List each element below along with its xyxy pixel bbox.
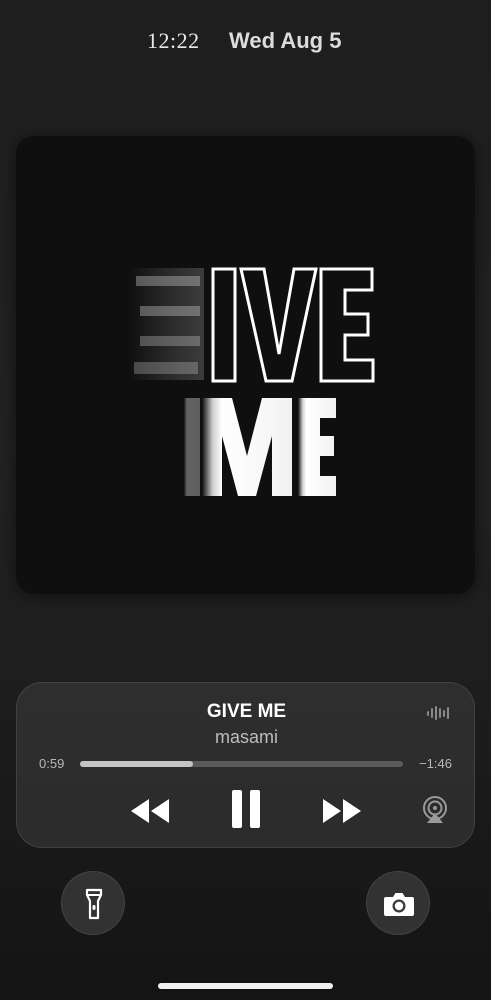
- audio-waveform-icon: [427, 706, 449, 720]
- track-artist[interactable]: masami: [17, 727, 476, 748]
- album-artwork: [16, 136, 475, 594]
- date-label: Wed Aug 5: [229, 28, 342, 53]
- rewind-button[interactable]: [129, 797, 171, 825]
- clock-time: 12:22: [147, 28, 200, 53]
- airplay-audio-icon: [423, 796, 447, 823]
- flashlight-button[interactable]: [61, 871, 125, 935]
- playback-progress-fill: [80, 761, 194, 767]
- artwork-title-line2: [184, 398, 336, 496]
- rewind-icon: [131, 799, 169, 823]
- now-playing-widget: GIVE ME masami 0:59 −1:46: [16, 682, 475, 848]
- playback-scrubber[interactable]: [80, 761, 403, 767]
- artwork-title-line1: [211, 267, 375, 383]
- fast-forward-button[interactable]: [321, 797, 363, 825]
- flashlight-icon: [85, 888, 103, 920]
- camera-icon: [384, 893, 414, 916]
- lock-screen-header: 12:22 Wed Aug 5: [0, 26, 491, 58]
- camera-button[interactable]: [366, 871, 430, 935]
- fast-forward-icon: [323, 799, 361, 823]
- airplay-button[interactable]: [422, 796, 448, 824]
- track-title[interactable]: GIVE ME: [17, 701, 476, 723]
- home-indicator[interactable]: [158, 983, 333, 989]
- pause-button[interactable]: [231, 790, 261, 828]
- remaining-time: −1:46: [419, 756, 452, 771]
- elapsed-time: 0:59: [39, 756, 65, 771]
- artwork-blurred-letter: [128, 268, 204, 380]
- pause-icon: [232, 790, 260, 828]
